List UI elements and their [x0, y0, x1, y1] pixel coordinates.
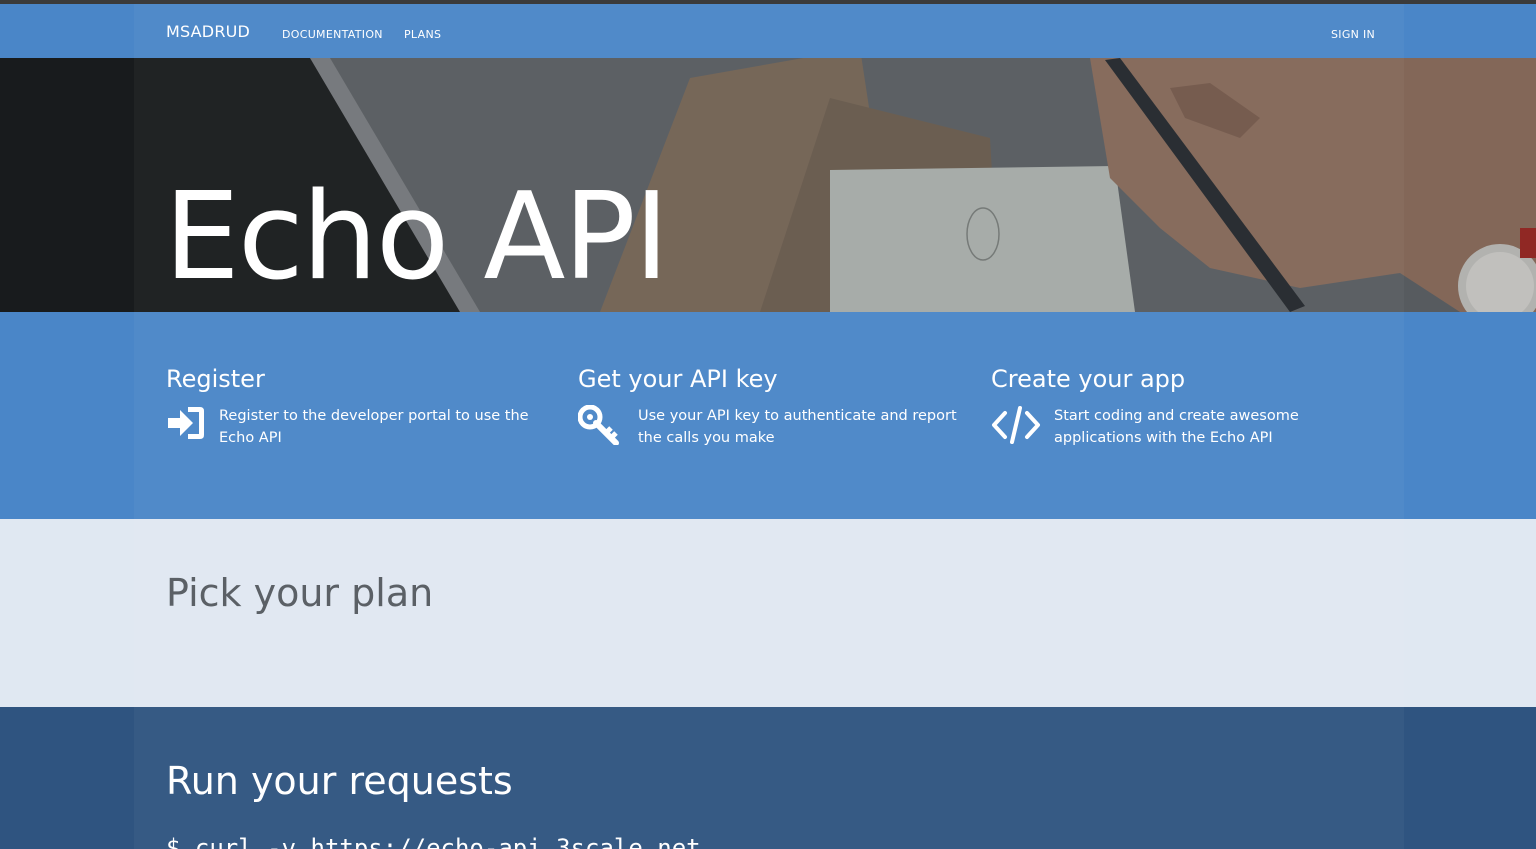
navbar: MSADRUD DOCUMENTATION PLANS SIGN IN: [0, 4, 1536, 58]
step-description: Start coding and create awesome applicat…: [1054, 408, 1299, 446]
step-title: Create your app: [991, 365, 1186, 393]
step-row: Register to the developer portal to use …: [166, 405, 546, 449]
step-register: Register Register to the developer porta…: [166, 366, 546, 449]
sign-in-link[interactable]: SIGN IN: [1331, 28, 1375, 41]
plans-section: Pick your plan: [0, 519, 1536, 707]
hero-banner: Echo API: [0, 58, 1536, 312]
step-row: Start coding and create awesome applicat…: [991, 405, 1371, 449]
steps-section: Register Register to the developer porta…: [0, 312, 1536, 519]
top-border: [0, 0, 1536, 4]
step-row: Use your API key to authenticate and rep…: [578, 405, 968, 449]
step-create-app: Create your app Start coding and create …: [991, 366, 1371, 449]
key-icon: [578, 405, 619, 445]
step-title: Get your API key: [578, 365, 778, 393]
requests-title: Run your requests: [166, 759, 513, 803]
page: MSADRUD DOCUMENTATION PLANS SIGN IN Echo…: [0, 0, 1536, 849]
nav-plans[interactable]: PLANS: [404, 28, 441, 41]
plans-title: Pick your plan: [166, 571, 434, 615]
nav-documentation[interactable]: DOCUMENTATION: [282, 28, 383, 41]
step-title: Register: [166, 365, 265, 393]
brand-link[interactable]: MSADRUD: [166, 22, 250, 41]
code-icon: [992, 406, 1040, 444]
sign-in-icon: [168, 407, 204, 439]
step-description: Use your API key to authenticate and rep…: [638, 408, 957, 446]
hero-title: Echo API: [164, 168, 669, 307]
step-api-key: Get your API key Use your API key to aut…: [578, 366, 968, 449]
requests-section: Run your requests $ curl -v https://echo…: [0, 707, 1536, 849]
curl-command: $ curl -v https://echo-api.3scale.net: [166, 834, 701, 849]
step-description: Register to the developer portal to use …: [219, 408, 529, 446]
